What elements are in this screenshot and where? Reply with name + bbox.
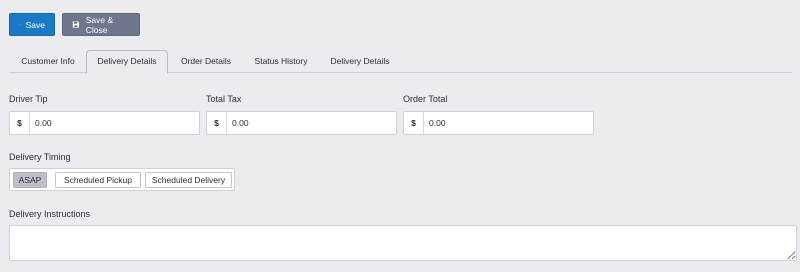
order-total-label: Order Total (403, 94, 448, 104)
delivery-instructions-label: Delivery Instructions (9, 209, 91, 219)
timing-option-scheduled-pickup[interactable]: Scheduled Pickup (55, 172, 141, 188)
delivery-timing-label: Delivery Timing (9, 152, 71, 162)
delivery-timing-toggle-group: ASAP Scheduled Pickup Scheduled Delivery (9, 168, 235, 191)
delivery-instructions-textarea[interactable] (9, 225, 797, 261)
timing-option-scheduled-delivery[interactable]: Scheduled Delivery (145, 172, 232, 188)
total-tax-input[interactable] (227, 112, 396, 134)
tab-delivery-details-2[interactable]: Delivery Details (322, 50, 398, 73)
currency-symbol: $ (404, 112, 424, 134)
floppy-disk-icon (72, 21, 79, 28)
save-and-close-button-label: Save & Close (85, 14, 114, 35)
driver-tip-field: $ (9, 111, 200, 135)
floppy-disk-icon (19, 24, 20, 25)
currency-symbol: $ (207, 112, 227, 134)
tab-delivery-details[interactable]: Delivery Details (86, 50, 168, 74)
save-button[interactable]: Save (9, 13, 55, 36)
total-tax-label: Total Tax (206, 94, 242, 104)
tab-status-history[interactable]: Status History (246, 50, 316, 73)
total-tax-field: $ (206, 111, 397, 135)
timing-option-asap[interactable]: ASAP (13, 172, 47, 188)
driver-tip-input[interactable] (30, 112, 199, 134)
tab-bar: Customer Info Delivery Details Order Det… (9, 50, 792, 74)
tab-customer-info[interactable]: Customer Info (12, 50, 84, 73)
save-and-close-button[interactable]: Save & Close (62, 13, 140, 36)
currency-symbol: $ (10, 112, 30, 134)
tab-order-details[interactable]: Order Details (172, 50, 240, 73)
order-total-input[interactable] (424, 112, 593, 134)
toolbar: Save Save & Close (9, 13, 140, 36)
driver-tip-label: Driver Tip (9, 94, 48, 104)
save-button-label: Save (25, 19, 45, 30)
order-total-field: $ (403, 111, 594, 135)
